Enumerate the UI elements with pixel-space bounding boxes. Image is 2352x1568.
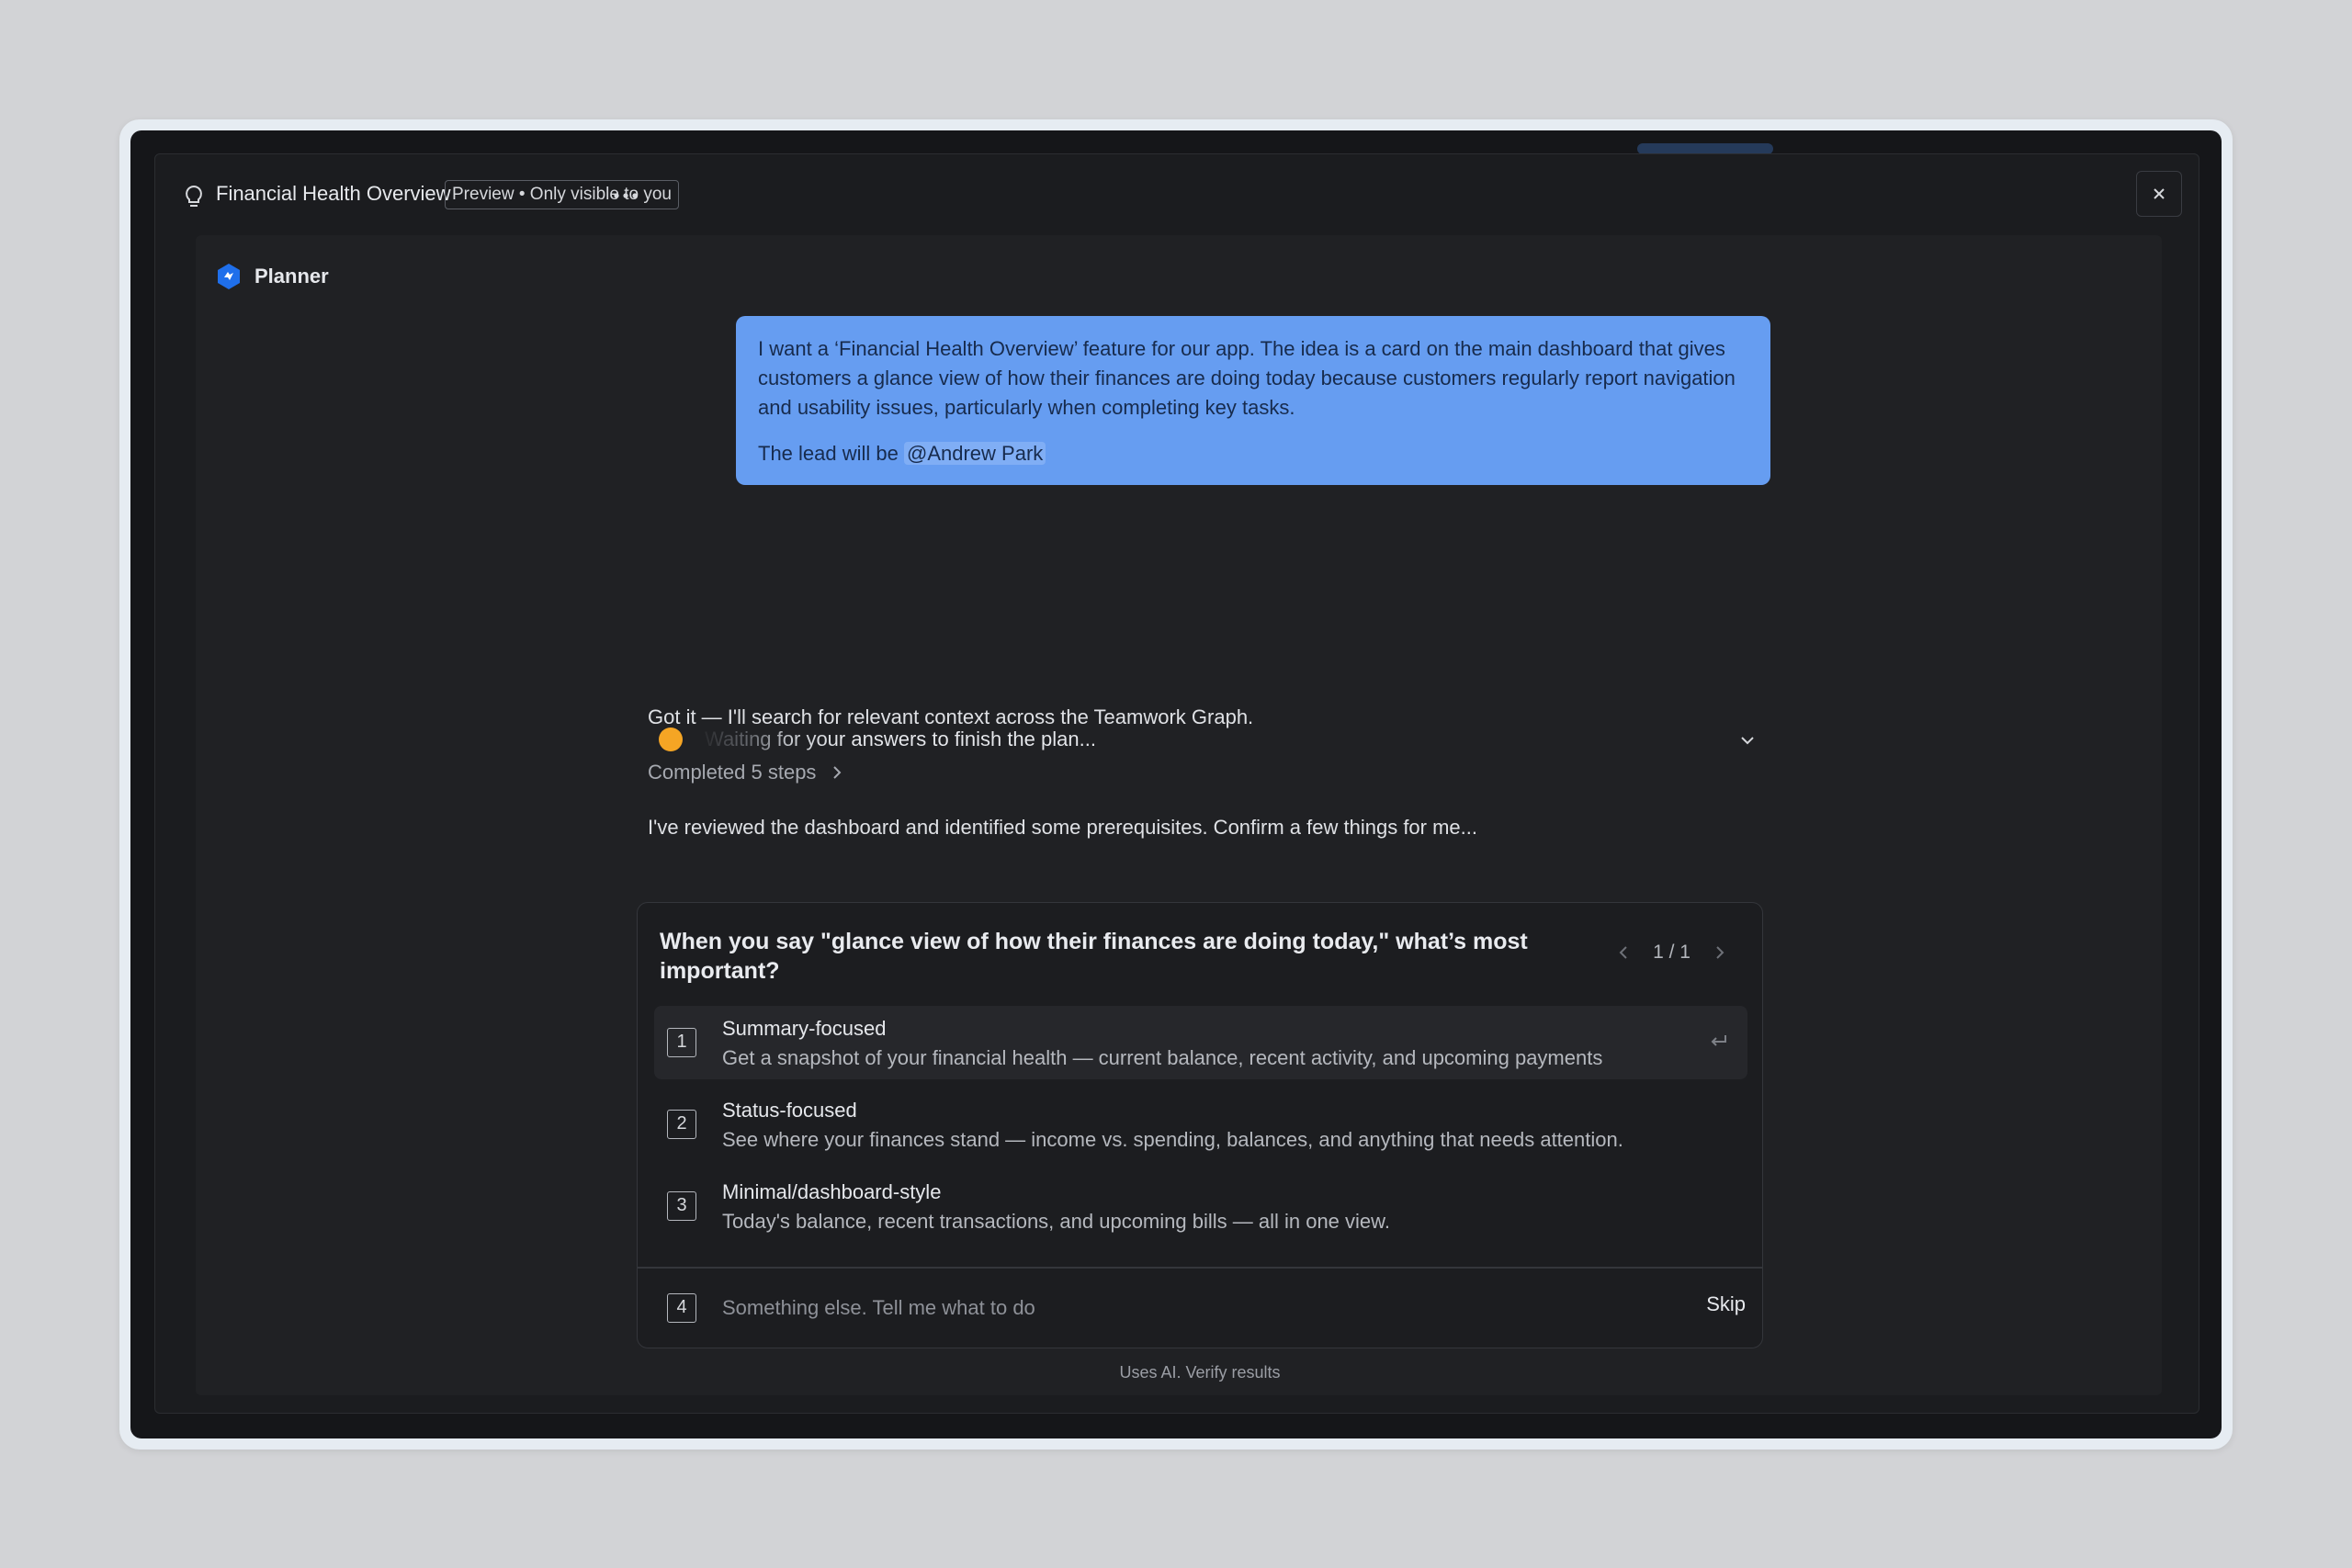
ai-disclaimer: Uses AI. Verify results (1119, 1363, 1281, 1382)
custom-answer-input[interactable] (722, 1291, 1549, 1325)
answer-option-2[interactable]: 2 Status-focused See where your finances… (654, 1088, 1747, 1161)
option-number: 3 (667, 1191, 696, 1221)
option-title: Summary-focused (722, 1017, 887, 1040)
lead-prefix: The lead will be (758, 442, 899, 465)
waiting-status[interactable]: Waiting for your answers to finish the p… (648, 716, 1770, 762)
planner-icon (214, 262, 243, 291)
user-message-text: I want a ‘Financial Health Overview’ fea… (758, 337, 1736, 419)
page-title: Financial Health Overview (216, 182, 451, 205)
question-card: When you say "glance view of how their f… (637, 902, 1763, 1348)
user-message-lead: The lead will be @Andrew Park (758, 439, 1748, 468)
option-number: 2 (667, 1110, 696, 1139)
assistant-reviewed: I've reviewed the dashboard and identifi… (648, 816, 1477, 839)
modal-header: Financial Health Overview Preview • Only… (155, 154, 2199, 230)
chevron-right-icon (833, 766, 842, 779)
more-icon (614, 193, 638, 198)
waiting-text: Waiting for your answers to finish the p… (705, 728, 1096, 750)
user-message-bubble: I want a ‘Financial Health Overview’ fea… (736, 316, 1770, 485)
option-description: Today's balance, recent transactions, an… (722, 1210, 1390, 1233)
close-icon (2154, 188, 2165, 199)
option-title: Minimal/dashboard-style (722, 1180, 942, 1203)
option-description: Get a snapshot of your financial health … (722, 1046, 1603, 1069)
completed-steps-label: Completed 5 steps (648, 761, 817, 784)
answer-option-3[interactable]: 3 Minimal/dashboard-style Today's balanc… (654, 1169, 1747, 1243)
option-number: 4 (667, 1293, 696, 1323)
chat-panel: Planner I want a ‘Financial Health Overv… (196, 235, 2162, 1395)
planner-modal: Financial Health Overview Preview • Only… (154, 153, 2199, 1414)
close-button[interactable] (2136, 171, 2182, 217)
preview-badge: Preview • Only visible to you (445, 180, 679, 209)
status-dot (659, 728, 683, 751)
chevron-down-icon (1741, 737, 1754, 745)
option-number: 1 (667, 1028, 696, 1057)
more-options-button[interactable] (611, 181, 640, 210)
agent-name: Planner (254, 265, 329, 288)
answer-option-1[interactable]: 1 Summary-focused Get a snapshot of your… (654, 1006, 1747, 1079)
question-text: When you say "glance view of how their f… (660, 929, 1528, 984)
enter-key-icon (1711, 1035, 1726, 1046)
custom-answer-row: 4 Skip (638, 1269, 1762, 1348)
next-question-icon[interactable] (1714, 944, 1725, 961)
app-screen: Financial Health Overview Preview • Only… (130, 130, 2222, 1438)
completed-steps-toggle[interactable]: Completed 5 steps (648, 761, 1770, 784)
user-mention[interactable]: @Andrew Park (904, 442, 1046, 465)
prev-question-icon[interactable] (1618, 944, 1629, 961)
pager-count: 1 / 1 (1653, 942, 1690, 963)
question-pager: 1 / 1 (1618, 942, 1725, 964)
skip-button[interactable]: Skip (1706, 1292, 1746, 1316)
app-frame: Financial Health Overview Preview • Only… (119, 119, 2233, 1450)
option-description: See where your finances stand — income v… (722, 1128, 1623, 1151)
option-title: Status-focused (722, 1099, 857, 1122)
lightbulb-icon (183, 185, 205, 209)
